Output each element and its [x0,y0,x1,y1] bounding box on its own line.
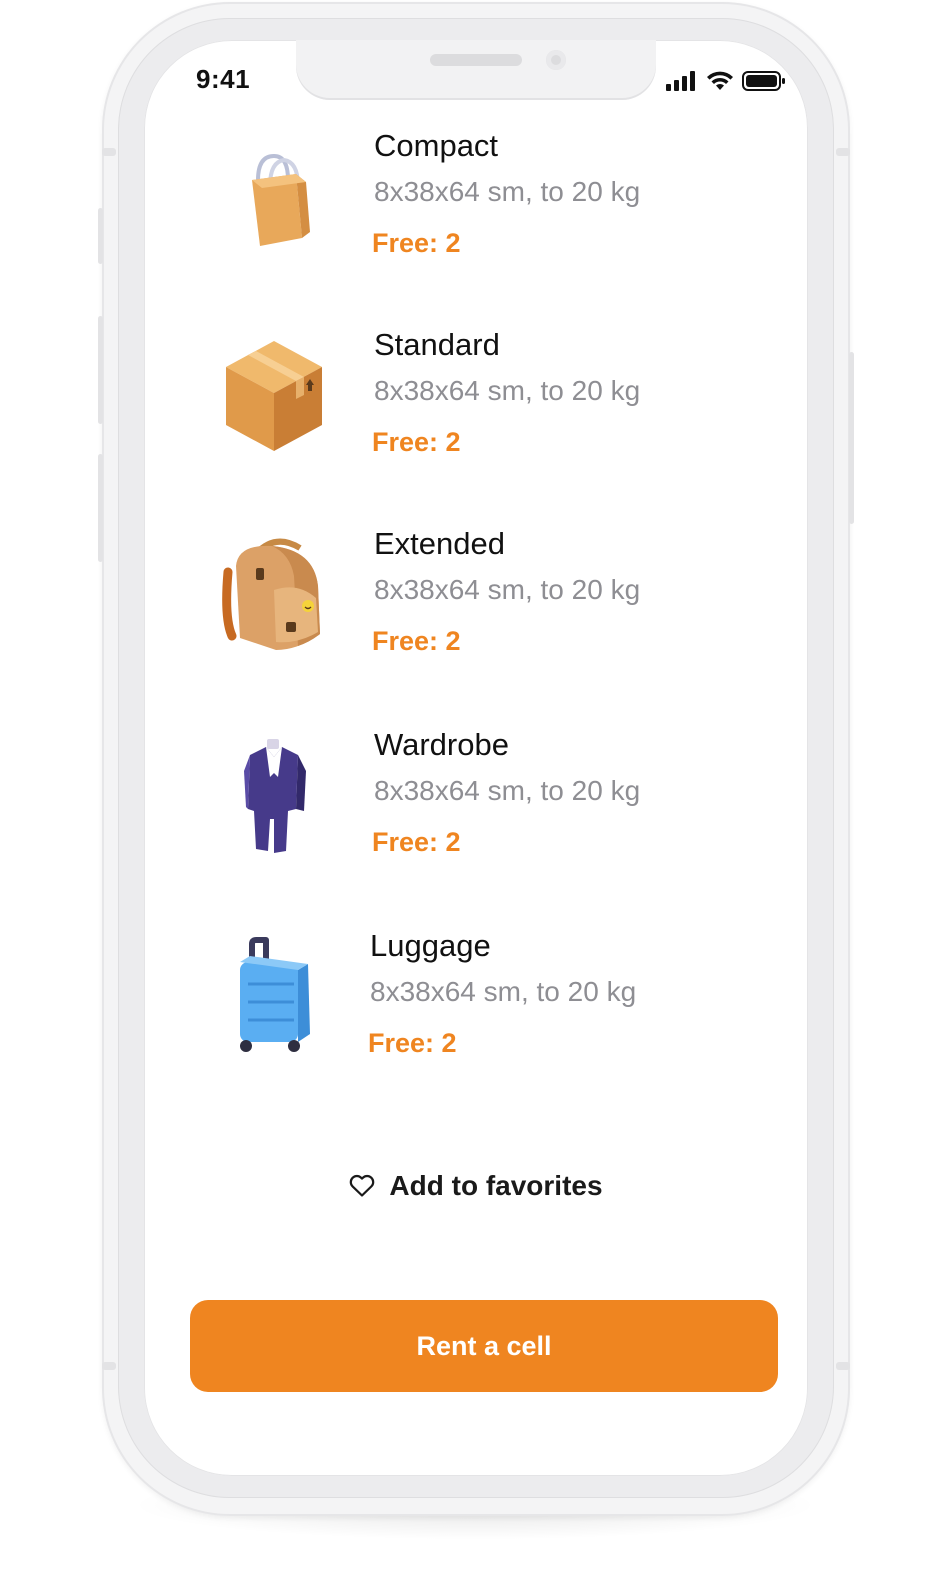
backpack-icon [222,538,320,650]
cell-title: Compact [374,128,499,163]
signal-icon [666,71,695,91]
cell-title: Extended [374,526,505,561]
rent-a-cell-button[interactable]: Rent a cell [190,1300,778,1392]
status-time: 9:41 [196,64,251,94]
antenna-band [836,148,850,156]
rent-a-cell-label: Rent a cell [416,1330,552,1361]
cell-title: Wardrobe [374,727,509,762]
front-camera [546,50,566,70]
antenna-band [102,148,116,156]
cell-dimensions: 8x38x64 sm, to 20 kg [374,775,641,806]
heart-icon [350,1174,375,1197]
cell-title: Standard [374,327,500,362]
suitcase-icon [240,937,310,1052]
suit-icon [244,739,306,853]
cell-option-wardrobe[interactable]: Wardrobe 8x38x64 sm, to 20 kg Free: 2 [144,727,808,887]
volume-down-button [98,454,103,562]
notch [296,40,656,100]
cell-title: Luggage [370,928,491,963]
cell-availability: Free: 2 [372,427,461,457]
power-button [849,352,854,524]
cell-dimensions: 8x38x64 sm, to 20 kg [370,976,637,1007]
add-to-favorites-link[interactable]: Add to favorites [144,1166,808,1206]
cell-dimensions: 8x38x64 sm, to 20 kg [374,176,641,207]
cell-availability: Free: 2 [368,1028,457,1058]
cell-option-compact[interactable]: Compact 8x38x64 sm, to 20 kg Free: 2 [144,128,808,288]
app-screen: 9:41 Compact 8x38x64 sm, to 20 kg Free: … [144,40,808,1476]
speaker-grille [430,54,522,66]
cardboard-box-icon [226,341,322,451]
battery-icon [742,71,785,91]
add-to-favorites-label: Add to favorites [389,1170,603,1201]
volume-up-button [98,316,103,424]
cell-option-extended[interactable]: Extended 8x38x64 sm, to 20 kg Free: 2 [144,526,808,686]
wifi-icon [707,71,733,90]
cell-availability: Free: 2 [372,228,461,258]
antenna-band [102,1362,116,1370]
mute-switch [98,208,103,264]
cell-availability: Free: 2 [372,626,461,656]
antenna-band [836,1362,850,1370]
cell-option-standard[interactable]: Standard 8x38x64 sm, to 20 kg Free: 2 [144,327,808,487]
cell-dimensions: 8x38x64 sm, to 20 kg [374,574,641,605]
shopping-bag-icon [252,153,310,246]
status-icons [666,68,786,94]
cell-option-luggage[interactable]: Luggage 8x38x64 sm, to 20 kg Free: 2 [144,928,808,1088]
cell-availability: Free: 2 [372,827,461,857]
cell-dimensions: 8x38x64 sm, to 20 kg [374,375,641,406]
